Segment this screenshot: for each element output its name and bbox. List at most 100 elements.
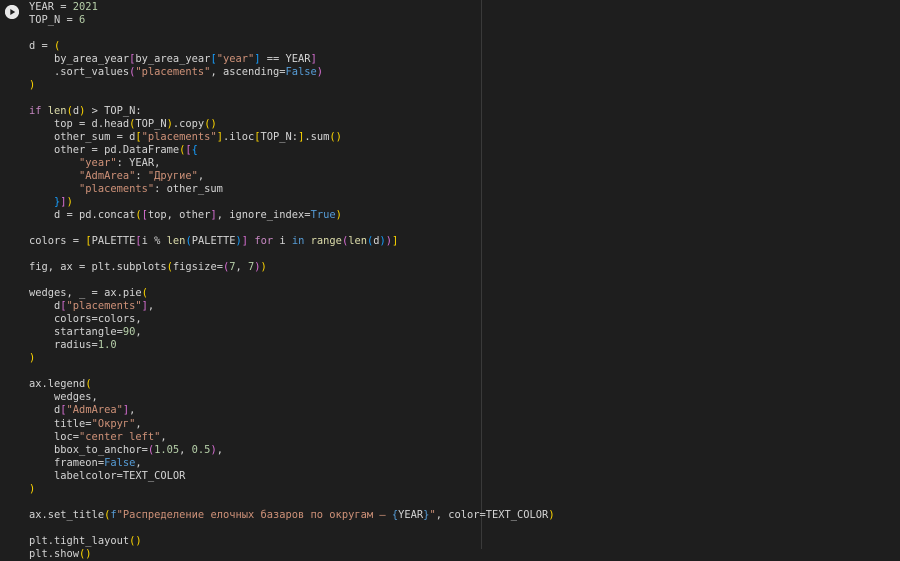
code-token: () (79, 547, 92, 560)
code-line: "year": YEAR, (29, 157, 555, 170)
code-token: 6 (79, 14, 86, 27)
code-line: TOP_N = 6 (29, 14, 555, 27)
code-token: , (135, 326, 142, 339)
code-token: .iloc (222, 131, 255, 144)
code-token: , ascending= (210, 66, 286, 79)
code-token: colors = (29, 235, 86, 248)
code-line: plt.tight_layout() (29, 535, 555, 548)
code-token: 2021 (72, 1, 98, 13)
code-token: > TOP_N: (85, 105, 142, 118)
code-token: , (235, 261, 248, 274)
code-line: loc="center left", (29, 431, 555, 444)
code-line: d = pd.concat([top, other], ignore_index… (29, 209, 555, 222)
code-token: ) (548, 508, 555, 521)
code-token: by_area_year (135, 53, 211, 66)
code-token: i % (141, 235, 167, 248)
play-icon (5, 5, 19, 19)
run-cell-button[interactable] (5, 5, 19, 19)
code-token: () (204, 118, 217, 131)
code-token: d (29, 300, 61, 313)
code-token: 1.0 (97, 339, 117, 352)
code-line: by_area_year[by_area_year["year"] == YEA… (29, 53, 555, 66)
code-token: "placements" (66, 300, 142, 313)
code-line: colors = [PALETTE[i % len(PALETTE)] for … (29, 235, 555, 248)
code-token: "Другие" (147, 170, 198, 183)
code-token: d = pd.concat (29, 209, 136, 222)
code-token: TOP_N = (29, 14, 80, 27)
code-token: : YEAR, (116, 157, 161, 170)
code-token: ) (66, 196, 73, 209)
code-token: ) (260, 261, 267, 274)
code-token: title= (29, 417, 92, 430)
code-token: if (29, 105, 48, 118)
code-token: other_sum = d (29, 131, 136, 144)
code-token: len (166, 235, 186, 248)
code-token: ) (335, 209, 342, 222)
code-token: , (179, 443, 192, 456)
code-line: fig, ax = plt.subplots(figsize=(7, 7)) (29, 261, 555, 274)
code-line: startangle=90, (29, 326, 555, 339)
code-token: : (135, 170, 148, 183)
code-token: 90 (122, 326, 136, 339)
code-token: "year" (216, 53, 255, 66)
code-line: ax.legend( (29, 378, 555, 391)
code-line: top = d.head(TOP_N).copy() (29, 118, 555, 131)
code-token: frameon= (29, 456, 105, 469)
code-line: other = pd.DataFrame([{ (29, 144, 555, 157)
code-editor[interactable]: YEAR = 2021 TOP_N = 6 d = ( by_area_year[… (29, 1, 555, 561)
code-token: , (147, 300, 155, 313)
code-token: False (285, 66, 317, 79)
code-line: radius=1.0 (29, 339, 555, 352)
code-token: ax.set_title (29, 508, 105, 521)
code-token: len (47, 105, 67, 118)
code-token: len (348, 235, 367, 248)
code-token: "AdmArea" (66, 404, 123, 417)
code-token: TOP_N: (260, 131, 299, 144)
code-line: wedges, (29, 391, 555, 404)
code-token: labelcolor=TEXT_COLOR (29, 469, 186, 482)
code-token: == YEAR (260, 53, 311, 66)
code-token: ax.legend (29, 378, 86, 391)
code-token: , (135, 417, 142, 430)
code-line: .sort_values("placements", ascending=Fal… (29, 66, 555, 79)
code-token: d = (29, 40, 55, 53)
code-line: ) (29, 483, 555, 496)
code-token: loc= (29, 430, 80, 443)
code-line: wedges, _ = ax.pie( (29, 287, 555, 300)
code-token: False (104, 456, 136, 469)
code-token: "AdmArea" (79, 170, 136, 183)
code-token: range (310, 235, 342, 248)
code-token: "year" (79, 157, 117, 170)
code-token: ) (316, 66, 324, 79)
code-token: { (191, 144, 198, 157)
code-line: labelcolor=TEXT_COLOR (29, 470, 555, 483)
code-token: ( (141, 287, 148, 300)
code-token: "center left" (79, 430, 161, 443)
code-line: "placements": other_sum (29, 183, 555, 196)
code-token: i (273, 235, 292, 248)
code-token: "Округ" (91, 417, 136, 430)
code-token: colors=colors, (29, 313, 142, 326)
code-line: YEAR = 2021 (29, 1, 555, 14)
code-token: () (129, 534, 142, 547)
code-token: ( (85, 378, 92, 391)
code-token: ] (310, 53, 317, 66)
code-line: ) (29, 352, 555, 365)
code-token: plt.show (29, 547, 80, 560)
code-token: , (135, 456, 142, 469)
code-line: d = ( (29, 40, 555, 53)
code-line: plt.show() (29, 548, 555, 561)
code-token: .sum (304, 131, 330, 144)
code-token: "Распределение елочных базаров по округа… (116, 508, 392, 521)
code-line: frameon=False, (29, 457, 555, 470)
code-token: TOP_N (135, 118, 167, 131)
code-token: PALETTE (191, 235, 236, 248)
code-line: colors=colors, (29, 313, 555, 326)
code-token: , (216, 443, 223, 456)
